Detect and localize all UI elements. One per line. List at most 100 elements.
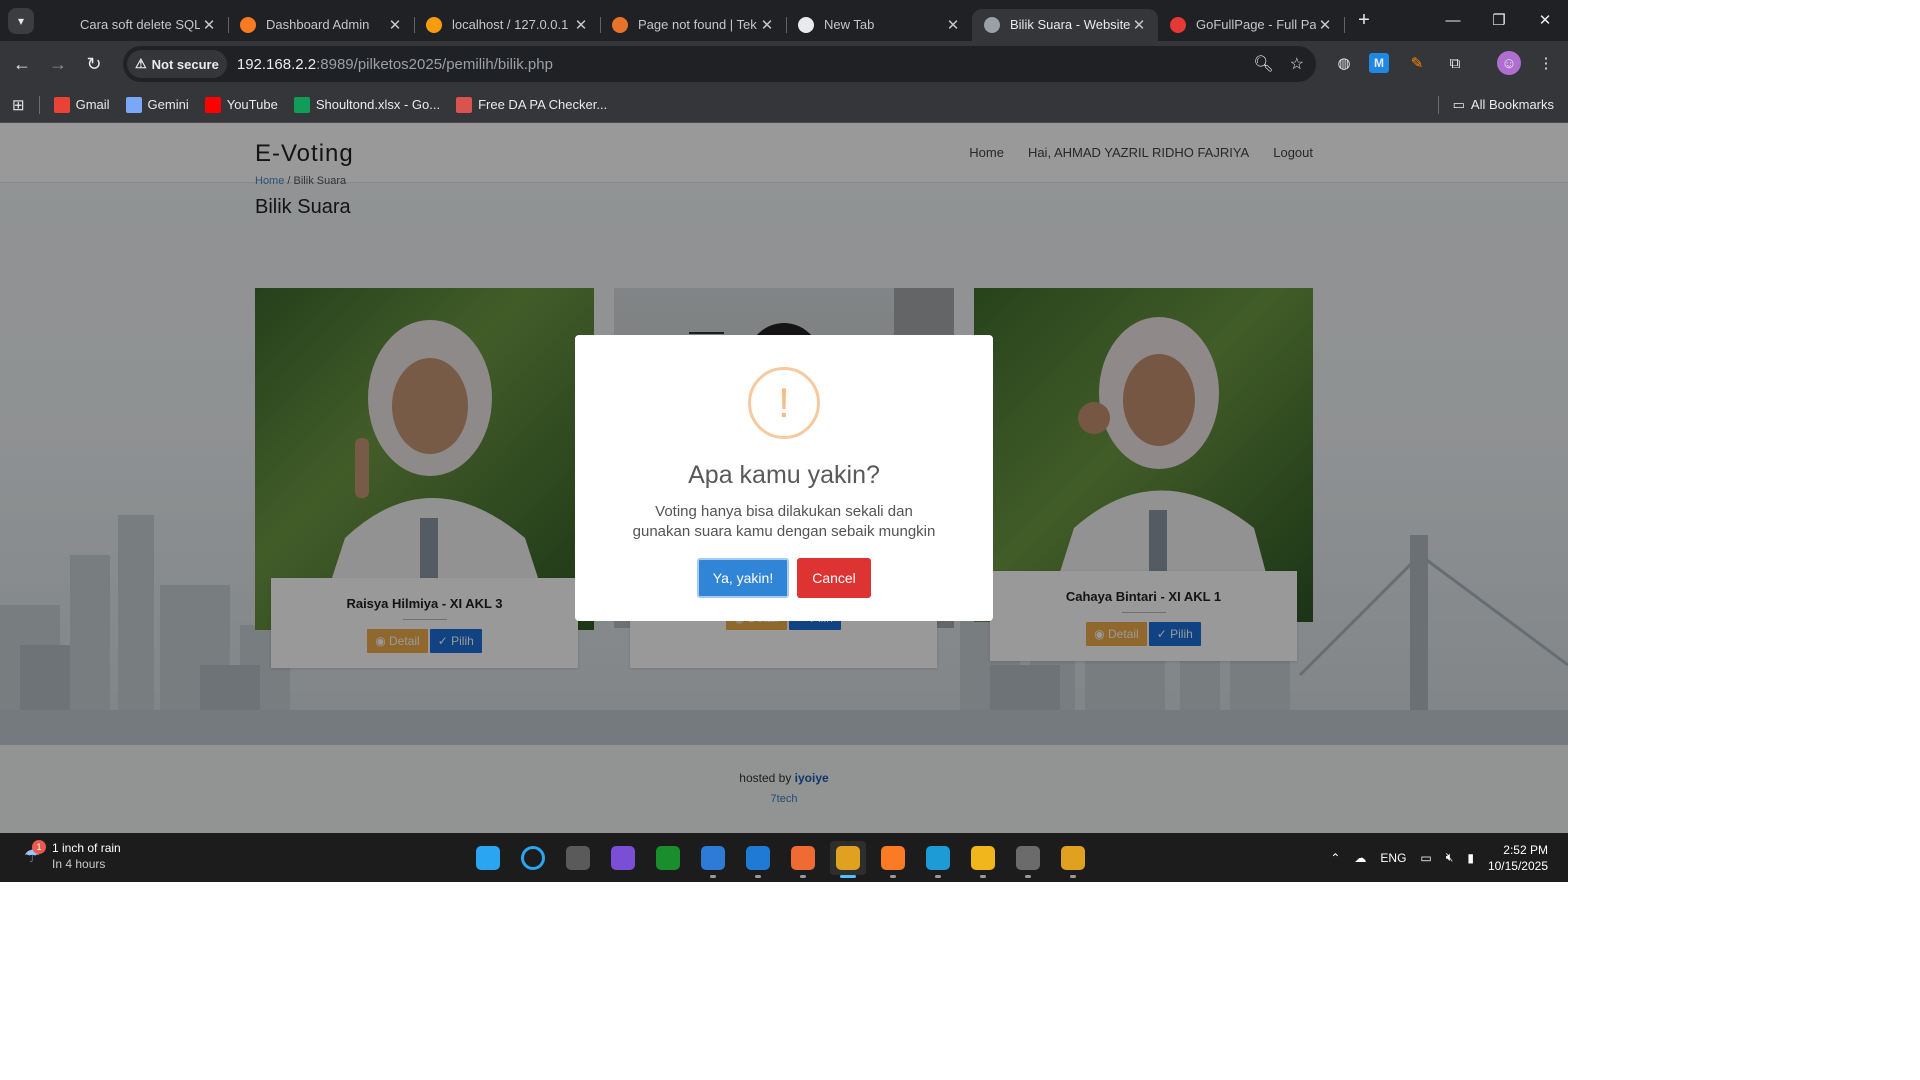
bookmark-item[interactable]: Gmail <box>53 96 110 113</box>
m-extension-icon[interactable]: M <box>1369 53 1389 73</box>
close-icon[interactable]: ✕ <box>1130 16 1148 34</box>
running-indicator <box>935 875 941 878</box>
close-icon[interactable]: ✕ <box>758 16 776 34</box>
taskbar-app[interactable] <box>695 841 731 878</box>
close-icon[interactable]: ✕ <box>1316 16 1334 34</box>
taskbar-app[interactable] <box>515 841 551 875</box>
divider <box>38 95 40 114</box>
weather-widget[interactable]: ☂ 1 1 inch of rain In 4 hours <box>18 840 121 872</box>
taskbar-app[interactable] <box>1055 841 1091 878</box>
site-info-chip[interactable]: ⚠ Not secure <box>127 50 227 78</box>
clock[interactable]: 2:52 PM 10/15/2025 <box>1488 842 1548 874</box>
reload-button[interactable]: ↻ <box>76 46 112 82</box>
taskbar-app[interactable] <box>875 841 911 878</box>
bookmark-item[interactable]: Gemini <box>125 96 189 113</box>
taskbar-app[interactable] <box>965 841 1001 878</box>
address-bar[interactable]: ⚠ Not secure 192.168.2.2:8989/pilketos202… <box>123 46 1316 82</box>
search-icon <box>521 846 545 870</box>
close-icon[interactable]: ✕ <box>386 16 404 34</box>
warning-icon: ! <box>748 367 820 439</box>
all-bookmarks[interactable]: ▭ All Bookmarks <box>1437 95 1554 114</box>
gofullpage-icon <box>1170 16 1186 33</box>
warning-icon: ⚠ <box>135 56 147 71</box>
cloud-icon[interactable]: ☁ <box>1354 851 1366 865</box>
back-button[interactable]: ← <box>4 46 40 82</box>
tab-search-button[interactable]: ▾ <box>8 7 34 34</box>
browser-tab[interactable]: Dashboard Admin ✕ <box>228 9 415 41</box>
minimize-button[interactable]: — <box>1430 0 1476 40</box>
notification-badge: 1 <box>32 840 46 854</box>
browser-toolbar: ← → ↻ ⚠ Not secure 192.168.2.2:8989/pilke… <box>0 41 1568 87</box>
battery-icon[interactable]: ▮ <box>1467 851 1474 865</box>
weather-subtitle: In 4 hours <box>52 857 106 871</box>
zoom-icon[interactable]: 🔍︎ <box>1253 54 1273 74</box>
app-icon <box>611 846 635 870</box>
xbox-icon <box>656 846 680 870</box>
settings-icon <box>1016 846 1040 870</box>
window-controls: — ❐ ✕ <box>1430 0 1568 40</box>
running-indicator <box>980 875 986 878</box>
browser-tab[interactable]: GoFullPage - Full Pag ✕ <box>1158 9 1345 41</box>
menu-kebab-icon[interactable]: ⋮ <box>1534 51 1558 75</box>
confirm-button[interactable]: Ya, yakin! <box>697 558 789 598</box>
postman-icon <box>791 846 815 870</box>
chrome-profile-icon <box>1061 846 1085 870</box>
running-indicator <box>1025 875 1031 878</box>
taskbar-app[interactable] <box>560 841 596 875</box>
chrome-icon <box>798 16 814 33</box>
restore-button[interactable]: ❐ <box>1476 0 1522 40</box>
phpmyadmin-icon <box>426 16 442 33</box>
close-icon[interactable]: ✕ <box>200 16 218 34</box>
chevron-up-icon[interactable]: ⌃ <box>1330 851 1340 865</box>
close-icon[interactable]: ✕ <box>572 16 590 34</box>
taskbar-app[interactable] <box>830 841 866 878</box>
taskbar-app[interactable] <box>470 841 506 875</box>
vscode-icon <box>746 846 770 870</box>
browser-tab[interactable]: Bilik Suara - Website ✕ <box>972 8 1158 41</box>
divider <box>1437 95 1439 114</box>
xampp-icon <box>881 846 905 870</box>
site-icon <box>456 96 473 113</box>
taskbar-app[interactable] <box>650 841 686 875</box>
gmail-icon <box>53 96 70 113</box>
xampp-icon <box>240 16 256 33</box>
taskbar-app[interactable] <box>920 841 956 878</box>
browser-tab[interactable]: Page not found | Tek ✕ <box>600 9 787 41</box>
file-explorer-icon <box>971 846 995 870</box>
language-indicator[interactable]: ENG <box>1380 851 1406 865</box>
running-indicator <box>710 875 716 878</box>
taskbar-app[interactable] <box>740 841 776 878</box>
taskbar-app[interactable] <box>1010 841 1046 878</box>
apps-grid-icon[interactable]: ⊞ <box>12 96 25 114</box>
running-indicator <box>755 875 761 878</box>
openai-icon <box>54 16 70 33</box>
folder-icon: ▭ <box>1452 96 1465 112</box>
extensions-puzzle-icon[interactable]: ⧉ <box>1443 51 1467 75</box>
pen-extension-icon[interactable]: ✎ <box>1405 51 1429 75</box>
photos-icon <box>701 846 725 870</box>
chrome-icon <box>836 846 860 870</box>
new-tab-button[interactable]: + <box>1350 7 1378 35</box>
taskbar-app[interactable] <box>785 841 821 878</box>
taskbar-app[interactable] <box>605 841 641 875</box>
forward-button[interactable]: → <box>40 46 76 82</box>
browser-tab[interactable]: Cara soft delete SQL ✕ <box>42 9 229 41</box>
weather-title: 1 inch of rain <box>52 841 121 855</box>
profile-avatar[interactable]: ☺ <box>1497 51 1521 75</box>
bookmark-item[interactable]: Free DA PA Checker... <box>456 96 607 113</box>
display-icon[interactable]: ▭ <box>1420 851 1431 865</box>
running-indicator <box>800 875 806 878</box>
cancel-button[interactable]: Cancel <box>797 558 871 598</box>
system-tray: ⌃ ☁ ENG ▭ 🔇︎ ▮ 2:52 PM 10/15/2025 <box>1330 833 1548 882</box>
translate-extension-icon[interactable]: ◍ <box>1332 51 1356 75</box>
bookmark-item[interactable]: Shoultond.xlsx - Go... <box>293 96 440 113</box>
bookmark-item[interactable]: YouTube <box>204 96 278 113</box>
close-window-button[interactable]: ✕ <box>1522 0 1568 40</box>
bookmark-star-icon[interactable]: ☆ <box>1290 54 1304 74</box>
browser-tab[interactable]: localhost / 127.0.0.1 /✕ <box>414 9 601 41</box>
muted-speaker-icon[interactable]: 🔇︎ <box>1446 850 1454 865</box>
url-text[interactable]: 192.168.2.2:8989/pilketos2025/pemilih/bi… <box>237 56 553 73</box>
browser-tab[interactable]: New Tab ✕ <box>786 9 973 41</box>
edge-icon <box>926 846 950 870</box>
close-icon[interactable]: ✕ <box>944 16 962 34</box>
